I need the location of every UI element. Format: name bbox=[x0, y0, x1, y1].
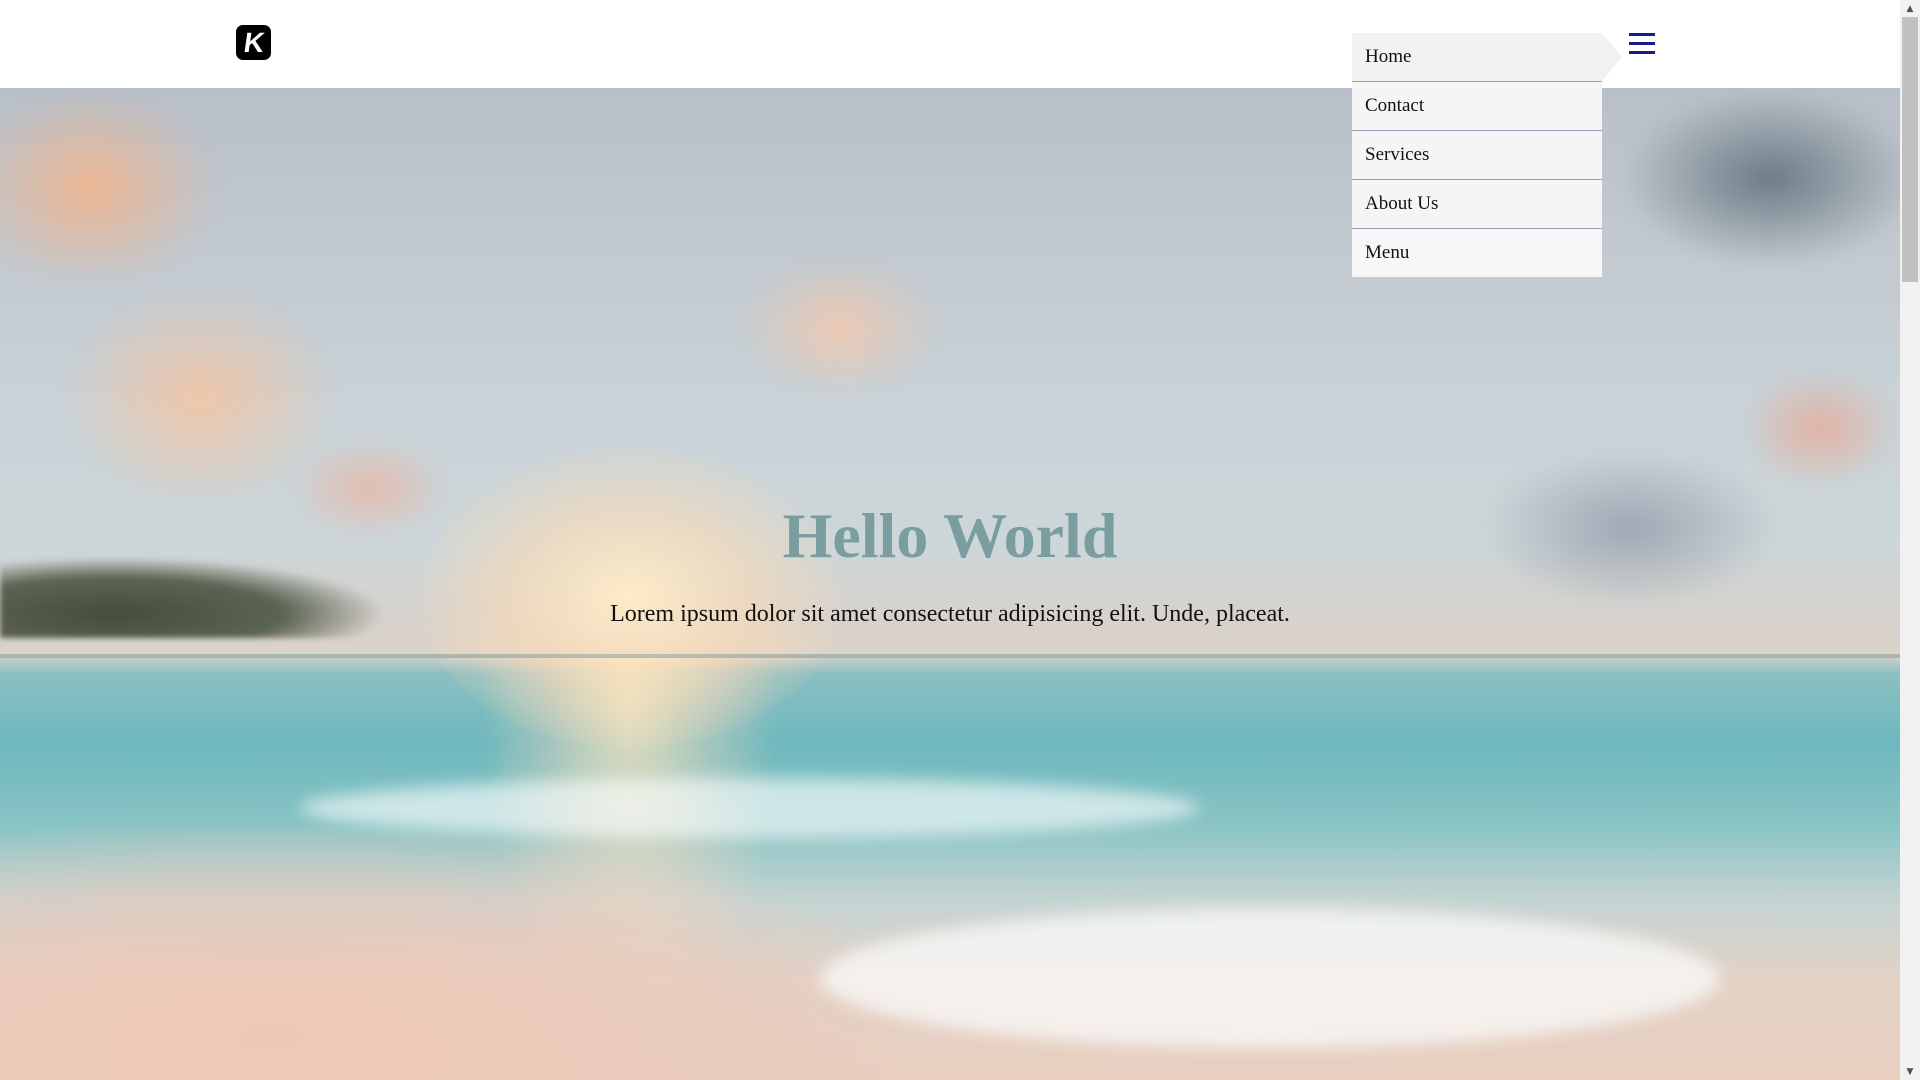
dropdown-pointer bbox=[1602, 33, 1622, 81]
horizon-line bbox=[0, 654, 1900, 658]
vertical-scrollbar[interactable]: ▲ ▼ bbox=[1900, 0, 1920, 1080]
cloud bbox=[0, 88, 220, 288]
nav-item-home[interactable]: Home bbox=[1352, 33, 1602, 82]
cloud bbox=[1740, 368, 1900, 488]
cloud bbox=[1620, 88, 1900, 268]
beach-sand bbox=[0, 828, 900, 1080]
logo-letter: K bbox=[241, 26, 266, 58]
logo[interactable]: K bbox=[236, 25, 271, 60]
nav-dropdown: Home Contact Services About Us Menu bbox=[1352, 33, 1622, 277]
scroll-down-arrow-icon[interactable]: ▼ bbox=[1900, 1063, 1920, 1080]
nav-item-menu[interactable]: Menu bbox=[1352, 229, 1602, 277]
wave-foam bbox=[300, 778, 1200, 838]
cloud bbox=[740, 258, 940, 398]
hero-content: Hello World Lorem ipsum dolor sit amet c… bbox=[0, 498, 1900, 628]
hero-title: Hello World bbox=[782, 500, 1118, 571]
wave-foam bbox=[820, 908, 1720, 1048]
nav-item-contact[interactable]: Contact bbox=[1352, 82, 1602, 131]
hamburger-menu-button[interactable] bbox=[1624, 26, 1660, 62]
scroll-up-arrow-icon[interactable]: ▲ bbox=[1900, 0, 1920, 17]
hero-section: Hello World Lorem ipsum dolor sit amet c… bbox=[0, 88, 1900, 1080]
nav-item-services[interactable]: Services bbox=[1352, 131, 1602, 180]
hero-subtitle: Lorem ipsum dolor sit amet consectetur a… bbox=[610, 600, 1290, 627]
nav-item-about-us[interactable]: About Us bbox=[1352, 180, 1602, 229]
hamburger-icon bbox=[1629, 33, 1655, 54]
scrollbar-thumb[interactable] bbox=[1902, 17, 1918, 282]
page: K Hello World Lorem ipsum dolor sit amet… bbox=[0, 0, 1920, 1080]
